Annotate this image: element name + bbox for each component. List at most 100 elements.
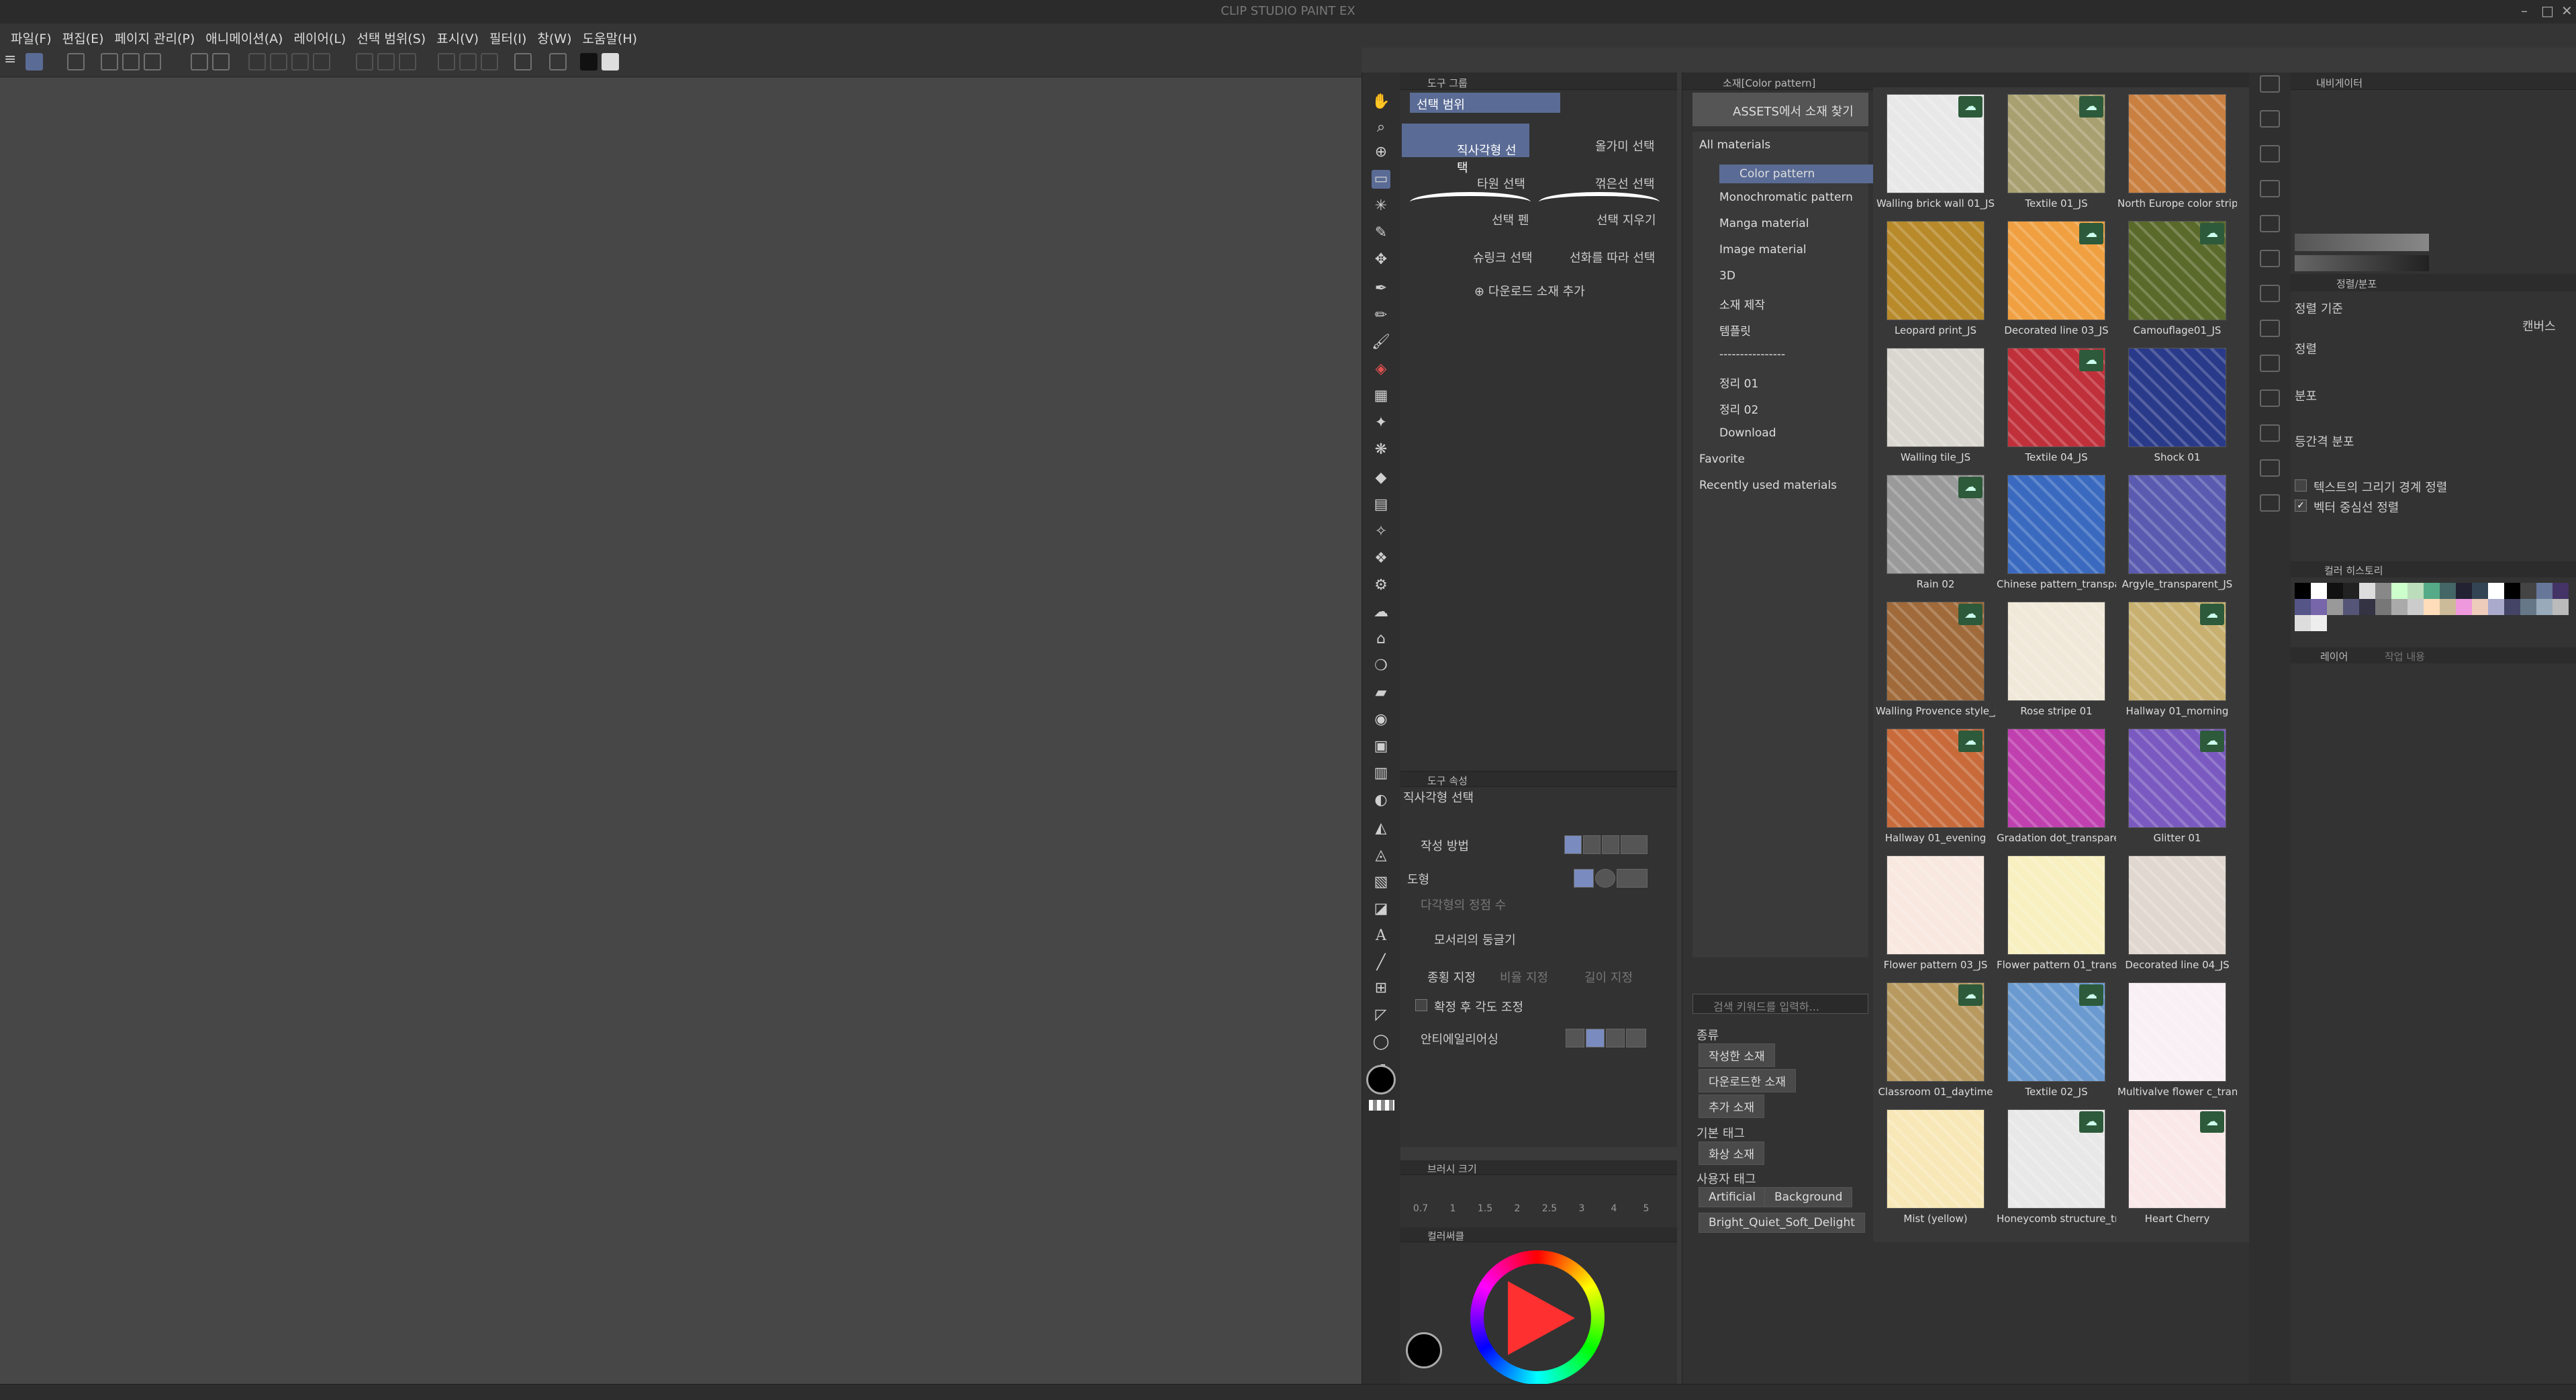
- color-history-swatch[interactable]: [2504, 599, 2520, 615]
- material-tree-item[interactable]: ----------------: [1719, 348, 1785, 361]
- menu-item-9[interactable]: 도움말(H): [582, 24, 637, 47]
- material-tree-item[interactable]: 정리 01: [1719, 374, 1758, 391]
- gradient3-icon[interactable]: ▧: [1372, 873, 1390, 892]
- hand-icon[interactable]: ✋: [1372, 93, 1390, 111]
- color-history-swatch[interactable]: [2440, 583, 2456, 599]
- antialias-strong[interactable]: [1626, 1029, 1646, 1047]
- transparent-color-chip[interactable]: [1369, 1100, 1394, 1111]
- material-search-input[interactable]: 검색 키워드를 입력하...: [1692, 994, 1868, 1014]
- text-icon[interactable]: A: [1372, 927, 1390, 945]
- material-thumbnail[interactable]: ☁: [1887, 982, 1985, 1082]
- blend-icon[interactable]: ❋: [1372, 440, 1390, 459]
- show-selection-icon[interactable]: [399, 53, 416, 71]
- cloud-download-icon[interactable]: ☁: [2200, 223, 2224, 244]
- menu-item-5[interactable]: 선택 범위(S): [356, 24, 426, 47]
- subtool-ellipse-select[interactable]: 타원 선택: [1477, 175, 1525, 192]
- creation-method-intersect[interactable]: [1621, 835, 1648, 854]
- ruler-icon[interactable]: ⚙: [1372, 576, 1390, 595]
- color-history-swatch[interactable]: [2327, 599, 2343, 615]
- cloud-download-icon[interactable]: ☁: [1958, 604, 1983, 625]
- clear-icon[interactable]: [248, 53, 266, 71]
- material-thumbnail[interactable]: ☁: [2007, 94, 2105, 193]
- fill3-icon[interactable]: ◬: [1372, 846, 1390, 865]
- fill-icon[interactable]: [291, 53, 309, 71]
- color-history-swatch[interactable]: [2311, 599, 2327, 615]
- color-history-swatch[interactable]: [2311, 583, 2327, 599]
- shape-polygon-button[interactable]: [1617, 869, 1648, 888]
- saturation-triangle[interactable]: [1494, 1274, 1582, 1362]
- material-thumbnail[interactable]: ☁: [2128, 729, 2226, 828]
- dock-icon-10[interactable]: [2260, 389, 2280, 407]
- figure-icon[interactable]: ✧: [1372, 522, 1390, 541]
- figure2-icon[interactable]: ◐: [1372, 791, 1390, 810]
- shape-ellipse-button[interactable]: [1595, 869, 1615, 888]
- color-history-swatch[interactable]: [2536, 599, 2553, 615]
- balloon2-icon[interactable]: ◯: [1372, 1033, 1390, 1052]
- brush-size-preset[interactable]: 0.7: [1406, 1203, 1435, 1214]
- airbrush-icon[interactable]: ◈: [1372, 360, 1390, 379]
- brush-size-preset[interactable]: 4: [1599, 1203, 1629, 1214]
- selection-tool-icon[interactable]: ▭: [1372, 170, 1390, 189]
- assets-search-button[interactable]: ASSETS에서 소재 찾기: [1692, 93, 1868, 126]
- dock-icon-6[interactable]: [2260, 250, 2280, 267]
- move-layer-icon[interactable]: ✥: [1372, 250, 1390, 269]
- dock-icon-4[interactable]: [2260, 180, 2280, 197]
- dock-icon-1[interactable]: [2260, 75, 2280, 93]
- eyedropper-icon[interactable]: ✎: [1372, 224, 1390, 242]
- material-thumbnail[interactable]: [2128, 475, 2226, 574]
- pencil-icon[interactable]: ✏: [1372, 306, 1390, 325]
- brush-icon[interactable]: 🖌: [1372, 333, 1390, 352]
- material-tree-item[interactable]: Color pattern: [1719, 165, 1875, 183]
- color-history-swatch[interactable]: [2295, 583, 2311, 599]
- material-thumbnail[interactable]: ☁: [2007, 1109, 2105, 1209]
- material-thumbnail[interactable]: ☁: [2128, 602, 2226, 701]
- material-thumbnail[interactable]: [2128, 94, 2226, 193]
- color-history-swatch[interactable]: [2472, 599, 2488, 615]
- menu-item-6[interactable]: 표시(V): [436, 24, 479, 47]
- material-tree-item[interactable]: 소재 제작: [1719, 295, 1765, 312]
- auto-select-icon[interactable]: ✳: [1372, 197, 1390, 216]
- material-tree-item[interactable]: Recently used materials: [1699, 479, 1837, 492]
- color-history-swatch[interactable]: [2295, 599, 2311, 615]
- color-history-swatch[interactable]: [2359, 599, 2375, 615]
- kind-filter-button[interactable]: 작성한 소재: [1699, 1043, 1775, 1067]
- color-history-swatch[interactable]: [2407, 599, 2424, 615]
- dock-icon-2[interactable]: [2260, 110, 2280, 128]
- close-button[interactable]: ✕: [2561, 3, 2573, 19]
- creation-method-new[interactable]: [1564, 835, 1582, 854]
- color-history-swatch[interactable]: [2456, 583, 2472, 599]
- clip-studio-icon[interactable]: [549, 53, 567, 71]
- menu-item-0[interactable]: 파일(F): [11, 24, 52, 47]
- kind-filter-button[interactable]: 추가 소재: [1699, 1094, 1764, 1118]
- color-history-swatch[interactable]: [2359, 583, 2375, 599]
- align-basis-value[interactable]: 캔버스: [2522, 317, 2556, 334]
- snap-ruler-icon[interactable]: [438, 53, 455, 71]
- material-thumbnail[interactable]: [1887, 855, 1985, 955]
- material-tree-item[interactable]: Favorite: [1699, 453, 1745, 466]
- navigator-rotate-slider[interactable]: [2295, 255, 2429, 271]
- subtool-rect-select[interactable]: 직사각형 선택: [1402, 124, 1529, 175]
- material-thumbnail[interactable]: ☁: [2007, 982, 2105, 1082]
- color-history-swatch[interactable]: [2504, 583, 2520, 599]
- brush-size-preset[interactable]: 2.5: [1535, 1203, 1564, 1214]
- add-download-material[interactable]: ⊕ 다운로드 소재 추가: [1474, 282, 1585, 299]
- invert-selection-icon[interactable]: [377, 53, 395, 71]
- creation-method-add[interactable]: [1583, 835, 1601, 854]
- color-history-swatch[interactable]: [2424, 583, 2440, 599]
- antialias-none[interactable]: [1566, 1029, 1584, 1047]
- color-history-swatch[interactable]: [2311, 615, 2327, 631]
- cloud-download-icon[interactable]: ☁: [2079, 1111, 2103, 1133]
- undo-icon[interactable]: [191, 53, 208, 71]
- pen-icon[interactable]: ✒: [1372, 279, 1390, 298]
- bucket-icon[interactable]: ◪: [1372, 900, 1390, 919]
- hamburger-menu-icon[interactable]: ≡: [4, 51, 21, 68]
- deselect-icon[interactable]: [356, 53, 373, 71]
- brush-mode-icon[interactable]: [26, 53, 43, 71]
- subtool-lasso-select[interactable]: 올가미 선택: [1595, 137, 1655, 154]
- current-color-chip[interactable]: [1406, 1332, 1442, 1368]
- cloud-download-icon[interactable]: ☁: [2079, 350, 2103, 371]
- text-bound-checkbox[interactable]: [2295, 479, 2307, 492]
- color-history-swatch[interactable]: [2520, 599, 2536, 615]
- dock-icon-12[interactable]: [2260, 459, 2280, 477]
- creation-method-subtract[interactable]: [1602, 835, 1619, 854]
